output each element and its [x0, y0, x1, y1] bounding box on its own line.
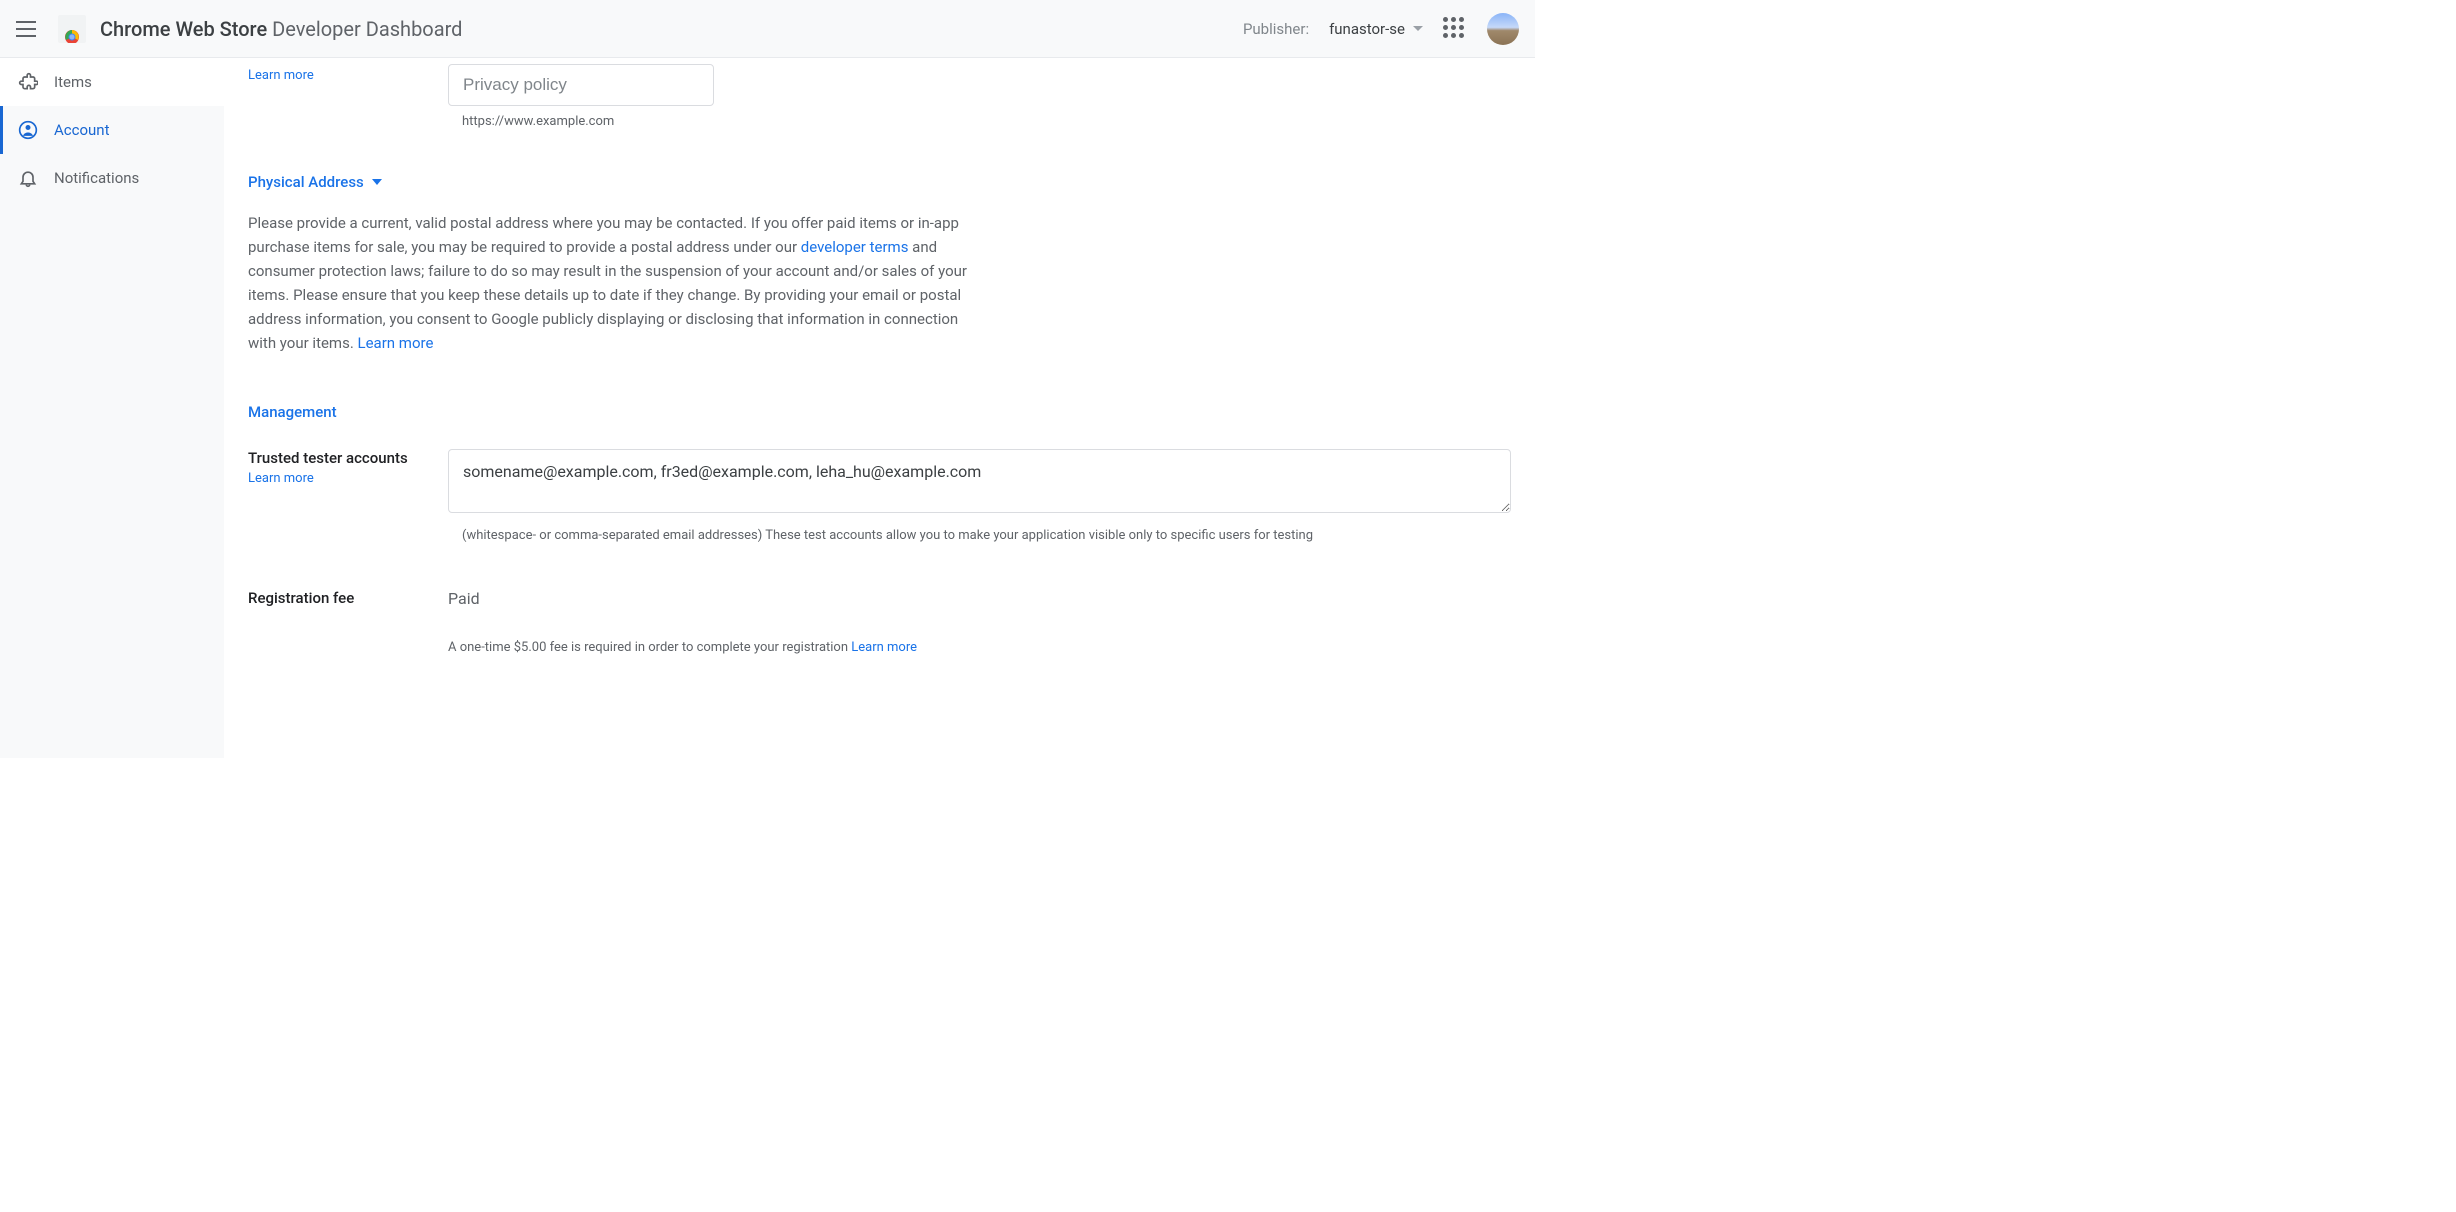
chrome-webstore-logo	[58, 15, 86, 43]
physical-address-description: Please provide a current, valid postal a…	[248, 211, 968, 355]
developer-terms-link[interactable]: developer terms	[801, 238, 909, 256]
trusted-testers-learn-more-link[interactable]: Learn more	[248, 471, 314, 486]
google-apps-icon[interactable]	[1443, 17, 1467, 41]
sidebar-item-items[interactable]: Items	[0, 58, 224, 106]
bell-icon	[18, 168, 38, 188]
sidebar-item-notifications[interactable]: Notifications	[0, 154, 224, 202]
registration-fee-helper: A one-time $5.00 fee is required in orde…	[448, 640, 917, 655]
registration-fee-value: Paid	[448, 589, 917, 608]
privacy-helper-text: https://www.example.com	[448, 114, 968, 129]
publisher-dropdown[interactable]: funastor-se	[1329, 20, 1423, 38]
chevron-down-icon	[1413, 26, 1423, 31]
account-icon	[18, 120, 38, 140]
trusted-testers-input[interactable]	[448, 449, 1511, 513]
sidebar-item-label: Notifications	[54, 169, 139, 187]
trusted-testers-helper: (whitespace- or comma-separated email ad…	[448, 527, 1511, 545]
publisher-label: Publisher:	[1243, 20, 1309, 38]
sidebar: Items Account Notifications	[0, 58, 224, 758]
sidebar-item-label: Items	[54, 73, 92, 91]
menu-icon[interactable]	[16, 17, 40, 41]
chevron-down-icon	[372, 179, 382, 185]
registration-fee-label: Registration fee	[248, 589, 448, 607]
management-section-title: Management	[248, 403, 1511, 421]
physical-address-toggle[interactable]: Physical Address	[248, 173, 1511, 191]
address-learn-more-link[interactable]: Learn more	[358, 334, 434, 352]
trusted-testers-label: Trusted tester accounts	[248, 449, 448, 467]
app-header: Chrome Web Store Developer Dashboard Pub…	[0, 0, 1535, 58]
sidebar-item-account[interactable]: Account	[0, 106, 224, 154]
privacy-policy-input[interactable]	[448, 64, 714, 106]
registration-learn-more-link[interactable]: Learn more	[851, 640, 917, 655]
sidebar-item-label: Account	[54, 121, 110, 139]
privacy-learn-more-link[interactable]: Learn more	[248, 68, 314, 83]
user-avatar[interactable]	[1487, 13, 1519, 45]
main-content: Learn more https://www.example.com Physi…	[224, 58, 1535, 758]
page-title: Chrome Web Store Developer Dashboard	[100, 17, 462, 41]
extension-icon	[18, 72, 38, 92]
